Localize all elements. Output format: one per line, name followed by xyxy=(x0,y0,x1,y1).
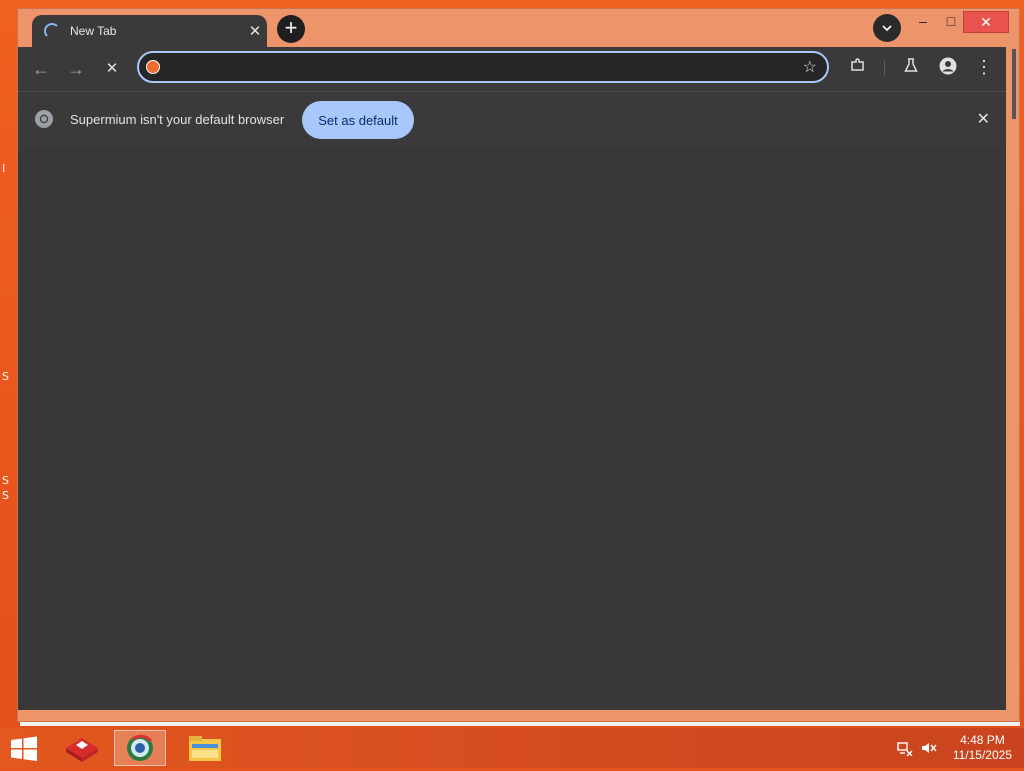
browser-window: New Tab ✕ + – □ ✕ ← → ✕ ☆ ⋮ Supermium is… xyxy=(17,8,1020,722)
page-content[interactable] xyxy=(18,148,1006,710)
start-button[interactable] xyxy=(10,736,38,762)
stop-loading-button[interactable]: ✕ xyxy=(100,57,124,81)
volume-muted-icon xyxy=(922,743,937,753)
toolbar-separator xyxy=(884,60,885,76)
new-tab-button[interactable]: + xyxy=(277,15,305,43)
network-tray-icon[interactable] xyxy=(897,740,913,757)
window-edge-strip xyxy=(1012,49,1016,119)
taskbar-app-red[interactable] xyxy=(56,730,108,766)
puzzle-icon xyxy=(851,58,864,71)
desktop-icon-label: S xyxy=(2,474,9,487)
system-clock[interactable]: 4:48 PM 11/15/2025 xyxy=(953,733,1012,763)
chevron-down-icon xyxy=(882,25,892,32)
chrome-logo-icon xyxy=(35,110,53,128)
profile-button[interactable] xyxy=(936,57,960,80)
taskbar-app-supermium[interactable] xyxy=(114,730,166,766)
flask-icon xyxy=(904,58,918,72)
menu-button[interactable]: ⋮ xyxy=(972,57,996,78)
infobar-message: Supermium isn't your default browser xyxy=(70,112,285,127)
taskbar-app-file-explorer[interactable] xyxy=(179,730,231,766)
close-window-button[interactable]: ✕ xyxy=(963,11,1009,33)
bookmark-star-icon[interactable]: ☆ xyxy=(803,57,817,77)
browser-toolbar: ← → ✕ ☆ ⋮ xyxy=(18,47,1006,91)
labs-button[interactable] xyxy=(899,57,923,78)
avatar-icon xyxy=(939,57,957,75)
folder-icon xyxy=(189,736,221,761)
infobar-close-icon[interactable]: ✕ xyxy=(977,109,990,129)
clock-time: 4:48 PM xyxy=(960,733,1005,747)
site-info-icon[interactable] xyxy=(146,60,160,74)
network-icon xyxy=(897,742,913,757)
loading-spinner-icon xyxy=(44,23,60,39)
address-input[interactable] xyxy=(169,57,793,79)
supermium-icon xyxy=(127,734,153,761)
tab-new-tab[interactable]: New Tab ✕ xyxy=(32,15,267,47)
address-bar[interactable]: ☆ xyxy=(137,51,829,83)
desktop-icon-label: I xyxy=(2,162,6,175)
clock-date: 11/15/2025 xyxy=(952,748,1012,762)
minimize-button[interactable]: – xyxy=(909,11,937,31)
taskbar: 4:48 PM 11/15/2025 xyxy=(0,728,1024,768)
extensions-button[interactable] xyxy=(846,57,870,78)
back-button[interactable]: ← xyxy=(29,57,53,81)
set-as-default-button[interactable]: Set as default xyxy=(302,101,414,139)
volume-tray-icon[interactable] xyxy=(921,740,937,756)
forward-button[interactable]: → xyxy=(64,57,88,81)
tab-title: New Tab xyxy=(70,24,117,38)
desktop-icon-label: S xyxy=(2,489,9,502)
tab-close-icon[interactable]: ✕ xyxy=(243,22,267,40)
default-browser-infobar: Supermium isn't your default browser Set… xyxy=(18,91,1006,149)
desktop-icon-label: S xyxy=(2,370,9,383)
maximize-button[interactable]: □ xyxy=(937,11,965,31)
tab-search-button[interactable] xyxy=(873,14,901,42)
windows-logo-icon xyxy=(11,736,37,761)
red-box-app-icon xyxy=(66,738,98,762)
